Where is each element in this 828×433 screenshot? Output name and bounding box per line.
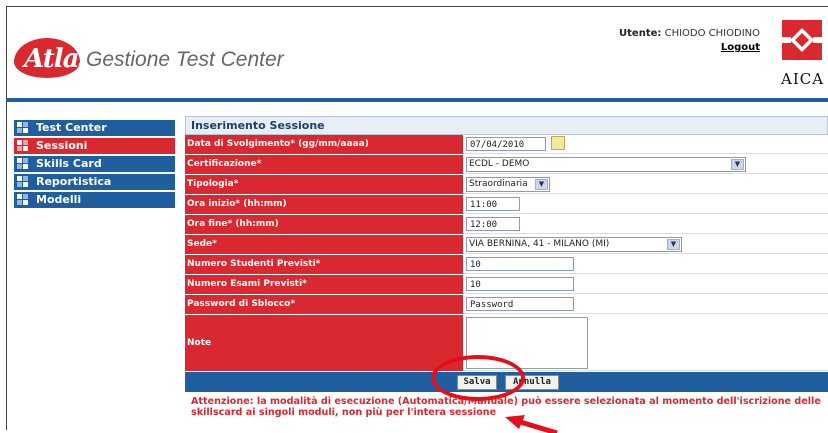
sidebar-item-label: Sessioni	[36, 139, 88, 152]
form-row-esami: Numero Esami Previsti* 10	[185, 275, 828, 295]
sidebar-item-label: Skills Card	[36, 157, 102, 170]
user-label: Utente:	[619, 28, 662, 39]
form-title: Inserimento Sessione	[185, 116, 828, 135]
sidebar-nav: Test Center Sessioni Skills Card Reporti…	[14, 120, 175, 210]
user-name: CHIODO CHIODINO	[664, 28, 760, 39]
select-value: Straordinaria	[469, 179, 528, 189]
ora-fine-input[interactable]: 12:00	[466, 217, 520, 231]
field-label: Ora fine* (hh:mm)	[185, 215, 463, 234]
nav-squares-icon	[14, 174, 32, 190]
field-label: Data di Svolgimento* (gg/mm/aaaa)	[185, 135, 463, 154]
atlas-logo-text: Atlas	[24, 44, 93, 74]
certificazione-select[interactable]: ECDL - DEMO ▼	[466, 157, 746, 172]
field-label: Password di Sblocco*	[185, 295, 463, 314]
form-row-tipologia: Tipologia* Straordinaria ▼	[185, 175, 828, 195]
aica-logo-icon	[782, 20, 822, 60]
dropdown-arrow-icon: ▼	[535, 179, 548, 190]
sidebar-item-modelli[interactable]: Modelli	[14, 192, 175, 208]
sidebar-item-test-center[interactable]: Test Center	[14, 120, 175, 136]
session-form: Inserimento Sessione Data di Svolgimento…	[185, 116, 828, 392]
nav-squares-icon	[14, 120, 32, 136]
nav-squares-icon	[14, 138, 32, 154]
field-label: Tipologia*	[185, 175, 463, 194]
password-input[interactable]: Password	[466, 297, 574, 311]
user-info: Utente: CHIODO CHIODINO	[619, 28, 760, 39]
aica-logo-text: AICA	[781, 70, 825, 88]
field-label: Certificazione*	[185, 155, 463, 174]
field-label: Note	[185, 315, 463, 371]
esami-input[interactable]: 10	[466, 277, 574, 291]
field-label: Sede*	[185, 235, 463, 254]
form-row-ora-fine: Ora fine* (hh:mm) 12:00	[185, 215, 828, 235]
ora-inizio-input[interactable]: 11:00	[466, 197, 520, 211]
dropdown-arrow-icon: ▼	[731, 159, 744, 170]
field-label: Ora inizio* (hh:mm)	[185, 195, 463, 214]
field-label: Numero Studenti Previsti*	[185, 255, 463, 274]
annotation-circle	[431, 355, 525, 401]
select-value: ECDL - DEMO	[469, 159, 530, 169]
date-input[interactable]: 07/04/2010	[466, 137, 546, 151]
nav-squares-icon	[14, 192, 32, 208]
form-row-password: Password di Sblocco* Password	[185, 295, 828, 315]
nav-squares-icon	[14, 156, 32, 172]
form-row-data: Data di Svolgimento* (gg/mm/aaaa) 07/04/…	[185, 135, 828, 155]
header-divider	[6, 98, 828, 102]
form-row-certificazione: Certificazione* ECDL - DEMO ▼	[185, 155, 828, 175]
tipologia-select[interactable]: Straordinaria ▼	[466, 177, 550, 192]
sede-select[interactable]: VIA BERNINA, 41 - MILANO (MI) ▼	[466, 237, 682, 252]
sidebar-item-label: Test Center	[36, 121, 107, 134]
sidebar-item-label: Modelli	[36, 193, 82, 206]
select-value: VIA BERNINA, 41 - MILANO (MI)	[469, 239, 610, 249]
logout-link[interactable]: Logout	[721, 42, 760, 53]
form-row-studenti: Numero Studenti Previsti* 10	[185, 255, 828, 275]
form-row-ora-inizio: Ora inizio* (hh:mm) 11:00	[185, 195, 828, 215]
dropdown-arrow-icon: ▼	[667, 239, 680, 250]
field-label: Numero Esami Previsti*	[185, 275, 463, 294]
app-title: Gestione Test Center	[86, 48, 284, 71]
sidebar-item-sessioni[interactable]: Sessioni	[14, 138, 175, 154]
sidebar-item-skills-card[interactable]: Skills Card	[14, 156, 175, 172]
sidebar-item-reportistica[interactable]: Reportistica	[14, 174, 175, 190]
calendar-icon[interactable]	[551, 136, 565, 150]
studenti-input[interactable]: 10	[466, 257, 574, 271]
annotation-arrow-icon	[505, 415, 558, 433]
form-row-sede: Sede* VIA BERNINA, 41 - MILANO (MI) ▼	[185, 235, 828, 255]
sidebar-item-label: Reportistica	[36, 175, 112, 188]
